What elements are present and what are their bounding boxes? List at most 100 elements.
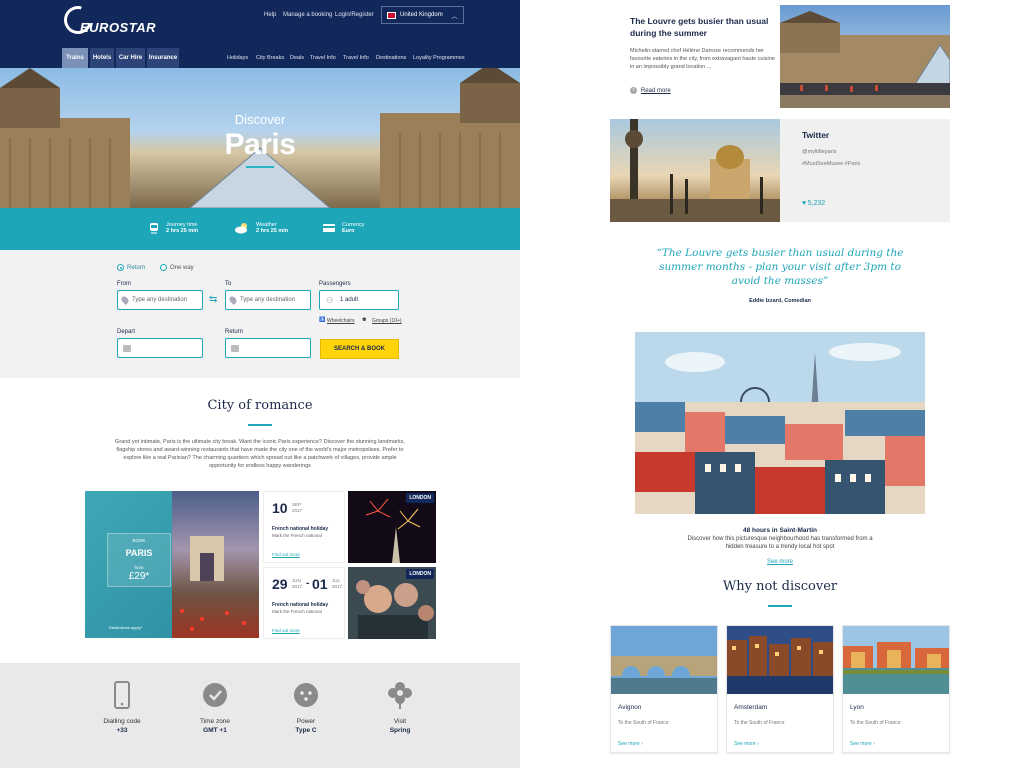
weather: Weather 2 hrs 25 min [256, 222, 289, 234]
lyon-image [843, 626, 949, 694]
location-tag: LONDON [406, 569, 434, 579]
depart-label: Depart [117, 329, 136, 335]
currency: Currency Euro [342, 222, 365, 234]
destination-card-avignon[interactable]: Avignon To the South of France See more … [610, 625, 718, 753]
travel-facts: Dialling code +33 Time zone GMT +1 Power Ty… [0, 663, 520, 768]
see-more-link[interactable]: See more [600, 559, 960, 565]
chevron-up-icon: ︿ [451, 13, 458, 20]
event-card[interactable]: 29 JUN 2017 - 01 JUL 2017 French nationa… [263, 567, 345, 639]
search-book-button[interactable]: SEARCH & BOOK [320, 339, 399, 359]
twitter-title: Twitter [802, 130, 830, 140]
country-selector[interactable]: United Kingdom ︿ [381, 6, 464, 24]
right-page: The Louvre gets busier than usual during… [600, 0, 960, 768]
discover-title: Why not discover [722, 579, 838, 594]
groups-link[interactable]: ⚉ Groups (10+) [362, 317, 402, 324]
find-out-more-link[interactable]: Find out more [272, 628, 300, 633]
pont-alexandre-image [610, 119, 780, 222]
nav-deals[interactable]: Deals [290, 55, 304, 61]
location-tag: LONDON [406, 493, 434, 503]
nav-city-breaks[interactable]: City Breaks [256, 55, 284, 61]
twitter-card[interactable]: Twitter @mylittleparis #MustSeeMusee #Pa… [780, 119, 950, 222]
phone-icon [114, 681, 130, 709]
return-date-input[interactable] [225, 338, 311, 358]
swap-icon[interactable]: ⇆ [209, 294, 217, 305]
login-register-link[interactable]: Login/Register [335, 12, 374, 18]
paris-promo-card[interactable]: BOOK PARIS from £29* Restrictions apply* [85, 491, 259, 638]
check-icon [203, 683, 227, 707]
wheelchairs-link[interactable]: ♿ Wheelchairs [319, 317, 355, 324]
article-title[interactable]: The Louvre gets busier than usual during… [630, 15, 770, 39]
tab-hotels[interactable]: Hotels [90, 48, 114, 68]
to-input[interactable]: Type any destination [225, 290, 311, 310]
twitter-hashtags: #MustSeeMusee #Paris [802, 161, 861, 167]
to-label: To [225, 281, 232, 287]
event-card[interactable]: 10 SEP 2017 French national holiday Mark… [263, 491, 345, 563]
nav-loyalty[interactable]: Loyality Programmes [413, 55, 465, 61]
promo-book-label: BOOK [132, 538, 146, 543]
event-photo: LONDON [348, 491, 436, 563]
promo-note: Restrictions apply* [109, 625, 143, 630]
train-icon [150, 223, 158, 234]
depart-date-input[interactable] [117, 338, 203, 358]
promo-from: from [134, 565, 144, 570]
help-link[interactable]: Help [264, 12, 276, 18]
read-more-link[interactable]: Read more [630, 87, 671, 94]
quote-author: Eddie Izzard, Comedian [749, 298, 811, 304]
uk-flag-icon [387, 12, 396, 19]
heart-icon: ♥ [802, 200, 807, 207]
from-label: From [117, 281, 131, 287]
trip-return-radio[interactable]: Return [117, 264, 145, 271]
nav-travel-info[interactable]: Travel Info [310, 55, 336, 61]
destination-card-amsterdam[interactable]: Amsterdam To the South of France See mor… [726, 625, 834, 753]
journey-time: Journey time 2 hrs 25 min [166, 222, 199, 234]
twitter-handle[interactable]: @mylittleparis [802, 149, 837, 155]
feature-body: Discover how this picturesque neighbourh… [687, 536, 873, 550]
twitter-likes[interactable]: ♥ 5,232 [802, 200, 825, 207]
saint-martin-illustration [635, 332, 925, 514]
hero-title: Paris [224, 128, 296, 161]
person-icon: ⚇ [326, 296, 334, 305]
event-photo: LONDON [348, 567, 436, 639]
passengers-label: Passengers [319, 281, 351, 287]
arc-de-triomphe-image [172, 491, 259, 638]
currency-icon [323, 224, 335, 232]
nav-destinations[interactable]: Destinations [376, 55, 406, 61]
manage-booking-link[interactable]: Manage a booking [283, 12, 332, 18]
site-header: EUROSTAR Help Manage a booking Login/Reg… [0, 0, 520, 68]
hero-banner: Discover Paris [0, 68, 520, 208]
discover-underline [768, 605, 792, 607]
tab-insurance[interactable]: Insurance [147, 48, 179, 68]
calendar-icon [123, 345, 131, 352]
section-description: Grand yet intimate, Paris is the ultimat… [115, 439, 405, 469]
section-underline [248, 424, 272, 426]
quote-text: “The Louvre gets busier than usual durin… [656, 247, 904, 287]
plug-icon [294, 683, 318, 707]
nav-holidays[interactable]: Holidays [227, 55, 248, 61]
promo-price: £29* [128, 571, 150, 582]
city-of-romance-section [0, 378, 520, 663]
calendar-icon [231, 345, 239, 352]
tab-trains[interactable]: Trains [62, 48, 88, 68]
group-icon: ⚉ [362, 317, 367, 323]
booking-widget [0, 250, 520, 378]
see-more-link[interactable]: See more › [850, 741, 875, 747]
left-page: EUROSTAR Help Manage a booking Login/Reg… [0, 0, 520, 768]
passengers-select[interactable]: ⚇ 1 adult [319, 290, 399, 310]
destination-card-lyon[interactable]: Lyon To the South of France See more › [842, 625, 950, 753]
promo-city: PARIS [125, 548, 153, 558]
see-more-link[interactable]: See more › [618, 741, 643, 747]
trip-oneway-radio[interactable]: One way [160, 264, 194, 271]
hero-subtitle: Discover [234, 112, 286, 127]
amsterdam-image [727, 626, 833, 694]
feature-title: 48 hours in Saint-Martin [742, 527, 818, 534]
tab-car-hire[interactable]: Car Hire [116, 48, 145, 68]
hero-underline [246, 166, 274, 168]
see-more-link[interactable]: See more › [734, 741, 759, 747]
nav-travel-info-2[interactable]: Travel Info [343, 55, 369, 61]
louvre-article-image [780, 5, 950, 108]
from-input[interactable]: Type any destination [117, 290, 203, 310]
wheelchair-icon: ♿ [319, 317, 326, 323]
location-pin-icon [120, 295, 130, 305]
section-title: City of romance [207, 398, 313, 413]
find-out-more-link[interactable]: Find out more [272, 552, 300, 557]
